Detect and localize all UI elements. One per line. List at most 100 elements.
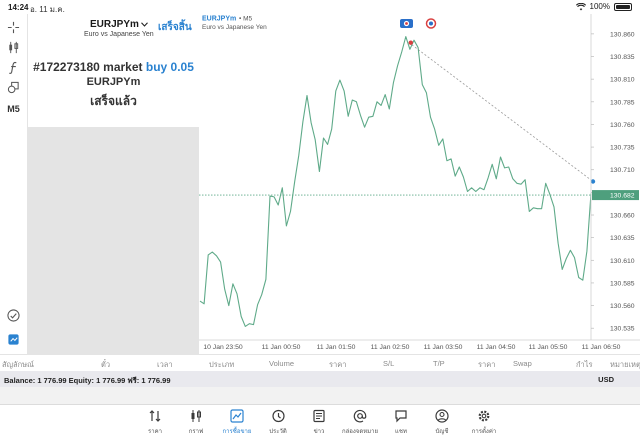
chart-toolbar: M5: [0, 14, 28, 354]
time-tick-label: 11 Jan 06:50: [582, 344, 621, 351]
tab-label: กราฟ: [188, 429, 204, 435]
time-tick-label: 10 Jan 23:50: [203, 344, 243, 351]
column-header: เวลา: [157, 360, 173, 369]
time-tick-label: 11 Jan 03:50: [424, 344, 463, 351]
done-button[interactable]: เสร็จสิ้น: [158, 20, 192, 35]
order-id: #172273180 market: [33, 60, 143, 74]
tab-trade[interactable]: การซื้อขาย: [217, 409, 257, 436]
column-header: Swap: [513, 359, 532, 368]
news-icon: [313, 409, 325, 423]
status-bar: 14:24 อ. 11 ม.ค. 100%: [0, 0, 640, 14]
positions-header: สัญลักษณ์ ตั๋ว เวลา ประเภท Volume ราคา S/L T/P ร…: [0, 354, 640, 372]
order-result-card: EURJPYm Euro vs Japanese Yen เสร็จสิ้น #…: [28, 14, 199, 127]
price-tick-label: 130.735: [610, 145, 635, 152]
price-tick-label: 130.660: [610, 213, 635, 220]
chart-svg[interactable]: 130.860 130.835 130.810 130.785 130.760 130.7…: [199, 14, 640, 354]
add-chart-icon[interactable]: [0, 330, 27, 348]
tab-news[interactable]: ข่าว: [299, 409, 339, 436]
tab-label: การตั้งค่า: [471, 429, 497, 435]
svg-text:• M5: • M5: [239, 16, 253, 23]
settings-icon: [478, 410, 490, 422]
tab-label: ราคา: [148, 429, 162, 435]
column-header: ประเภท: [209, 360, 235, 369]
price-tick-label: 130.710: [610, 167, 635, 174]
time-tick-label: 11 Jan 04:50: [477, 344, 516, 351]
column-header: กำไร: [576, 360, 593, 369]
column-header: S/L: [383, 359, 395, 368]
time-tick-label: 11 Jan 01:50: [317, 344, 356, 351]
balance-text: Balance: 1 776.99 Equity: 1 776.99 ฟรี: …: [4, 376, 171, 385]
objects-icon[interactable]: [0, 78, 27, 96]
order-panel: EURJPYm Euro vs Japanese Yen เสร็จสิ้น #…: [28, 14, 199, 354]
time-tick-label: 11 Jan 02:50: [371, 344, 410, 351]
price-tick-label: 130.810: [610, 77, 635, 84]
price-tick-label: 130.860: [610, 31, 635, 38]
column-header: ราคา: [329, 360, 347, 369]
price-tick-label: 130.560: [610, 303, 635, 310]
status-time: 14:24: [8, 3, 29, 12]
bottom-tab-bar: ราคา กราฟ การซื้อขาย ประวัติ ข่าว กล่องจ…: [0, 404, 640, 448]
column-header: T/P: [433, 359, 445, 368]
tab-mailbox[interactable]: กล่องจดหมาย: [340, 409, 380, 436]
mailbox-icon: [353, 409, 367, 423]
charts-icon: [191, 410, 201, 422]
tab-charts[interactable]: กราฟ: [176, 409, 216, 436]
tab-history[interactable]: ประวัติ: [258, 409, 298, 436]
tab-label: การซื้อขาย: [222, 429, 252, 435]
chevron-down-icon: [141, 22, 148, 27]
timeframe-button[interactable]: M5: [0, 100, 27, 118]
order-status: เสร็จแล้ว: [90, 94, 137, 108]
history-icon: [272, 409, 285, 423]
status-right: 100%: [575, 2, 632, 11]
check-icon[interactable]: [0, 306, 27, 324]
chart-timeframe: M5: [243, 16, 252, 23]
battery-icon: [614, 2, 632, 11]
symbol-description: Euro vs Japanese Yen: [84, 31, 154, 38]
crosshair-icon[interactable]: [0, 18, 27, 36]
svg-text:EURJPYm: EURJPYm: [202, 16, 236, 23]
target-marker: [590, 179, 596, 184]
time-tick-label: 11 Jan 00:50: [262, 344, 301, 351]
time-tick-label: 11 Jan 05:50: [529, 344, 568, 351]
account-currency: USD: [598, 375, 614, 384]
price-tick-label: 130.610: [610, 258, 635, 265]
battery-percent: 100%: [589, 2, 610, 11]
price-tick-label: 130.535: [610, 326, 635, 333]
trade-icon: [230, 409, 244, 423]
tab-label: ประวัติ: [269, 429, 287, 435]
quotes-icon: [149, 410, 161, 422]
tab-account[interactable]: บัญชี: [422, 409, 462, 436]
one-click-buy-icon[interactable]: [425, 18, 437, 29]
symbol-selector-label: EURJPYm: [90, 19, 139, 30]
order-summary: #172273180 market buy 0.05: [28, 60, 199, 74]
price-tick-label: 130.585: [610, 280, 635, 287]
column-header: ราคา: [478, 360, 496, 369]
wifi-icon: [575, 2, 586, 10]
chat-icon: [395, 410, 407, 423]
tab-label: แชท: [395, 429, 407, 435]
symbol-selector[interactable]: EURJPYm: [90, 19, 148, 30]
chart-symbol: EURJPYm: [202, 16, 236, 23]
column-header: Volume: [269, 359, 295, 368]
entry-marker: [408, 40, 413, 45]
candles-icon[interactable]: [0, 38, 27, 56]
order-symbol: EURJPYm: [86, 76, 141, 88]
account-icon: [435, 409, 449, 423]
indicator-f-icon[interactable]: [0, 58, 27, 76]
one-click-sell-icon[interactable]: [400, 19, 413, 28]
price-line-series: [199, 36, 592, 327]
tab-chat[interactable]: แชท: [381, 409, 421, 436]
column-header: สัญลักษณ์: [2, 360, 35, 369]
tab-label: ข่าว: [313, 429, 325, 435]
column-header: ตั๋ว: [101, 360, 111, 369]
tab-settings[interactable]: การตั้งค่า: [464, 409, 504, 436]
tab-quotes[interactable]: ราคา: [135, 409, 175, 436]
tab-label: กล่องจดหมาย: [341, 429, 379, 435]
price-tick-label: 130.785: [610, 99, 635, 106]
column-header: หมายเหตุ: [610, 360, 640, 369]
order-type: buy 0.05: [145, 60, 194, 74]
tab-label: บัญชี: [435, 429, 449, 435]
price-chart[interactable]: 130.860 130.835 130.810 130.785 130.760 130.7…: [199, 14, 640, 354]
price-tick-label: 130.760: [610, 122, 635, 129]
balance-bar: Balance: 1 776.99 Equity: 1 776.99 ฟรี: …: [0, 371, 640, 387]
